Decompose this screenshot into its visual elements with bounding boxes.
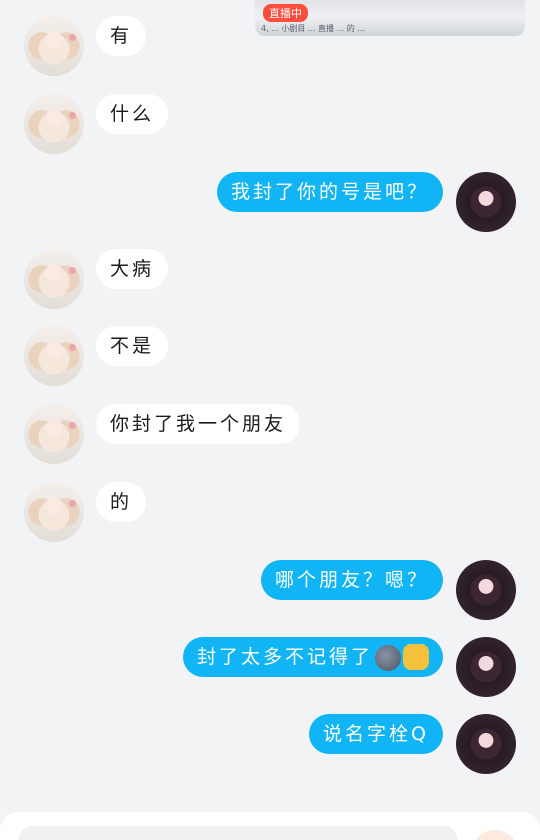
message-bubble[interactable]: 什么	[96, 94, 169, 134]
live-badge: 直播中	[263, 4, 308, 22]
chat-screen: 直播中 4, ... 小剧目 ... 直播 ... 的 ... 有 什么 我封了…	[0, 0, 540, 840]
own-message-bubble[interactable]: 说名字栓Q	[309, 714, 443, 754]
image-message[interactable]: 直播中 4, ... 小剧目 ... 直播 ... 的 ...	[255, 0, 525, 36]
message-bubble[interactable]: 有	[96, 16, 147, 56]
own-message-bubble[interactable]: 我封了你的号是吧？	[216, 172, 443, 212]
own-avatar[interactable]	[456, 637, 516, 697]
own-avatar[interactable]	[456, 172, 516, 232]
contact-avatar[interactable]	[24, 404, 84, 464]
new-moon-face-icon	[375, 644, 401, 671]
oncoming-fist-icon	[403, 643, 429, 670]
message-bubble[interactable]: 大病	[96, 249, 169, 289]
message-bubble[interactable]: 的	[96, 482, 147, 522]
image-caption: 4, ... 小剧目 ... 直播 ... 的 ...	[261, 24, 365, 33]
message-input[interactable]	[18, 826, 458, 840]
contact-avatar[interactable]	[24, 94, 84, 154]
contact-avatar[interactable]	[24, 16, 84, 76]
contact-avatar[interactable]	[24, 326, 84, 386]
message-text: 封了太多不记得了	[196, 646, 373, 668]
message-bubble[interactable]: 你封了我一个朋友	[96, 404, 301, 444]
own-avatar[interactable]	[456, 560, 516, 620]
own-message-bubble[interactable]: 封了太多不记得了	[182, 637, 443, 677]
contact-avatar[interactable]	[24, 482, 84, 542]
own-avatar[interactable]	[456, 714, 516, 774]
contact-avatar[interactable]	[24, 249, 84, 309]
own-message-bubble[interactable]: 哪个朋友？嗯？	[260, 560, 443, 600]
message-bubble[interactable]: 不是	[96, 326, 169, 366]
